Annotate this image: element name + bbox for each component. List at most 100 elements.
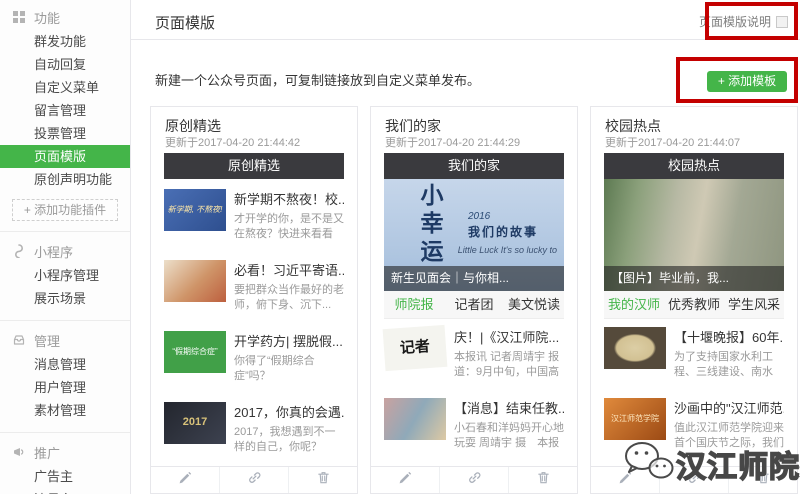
sidebar-divider (0, 432, 130, 433)
delete-button[interactable] (509, 467, 577, 493)
add-plugin-button[interactable]: + 添加功能插件 (12, 199, 118, 221)
sidebar-item-auto-reply[interactable]: 自动回复 (0, 53, 130, 76)
sidebar-section-label: 推广 (34, 443, 60, 462)
sidebar-item-miniprogram-manage[interactable]: 小程序管理 (0, 264, 130, 287)
card-footer (151, 466, 357, 493)
hero-cover-image: 【图片】毕业前，我... (604, 179, 784, 291)
copy-link-button[interactable] (440, 467, 509, 493)
page-template-admin: 功能 群发功能 自动回复 自定义菜单 留言管理 投票管理 页面模版 原创声明功能… (0, 0, 800, 494)
link-icon (687, 470, 702, 490)
card-head: 原创精选 更新于2017-04-20 21:44:42 (151, 107, 357, 151)
article-desc: 才开学的你，是不是又在熬夜？快进来看看吧！ (234, 212, 344, 242)
article-desc: 本报讯 记者周靖宇 报道：9月中旬，中国高校... (454, 350, 564, 380)
preview-page-title: 校园热点 (604, 153, 784, 179)
template-help-link[interactable]: 页面模版说明 (699, 13, 788, 30)
preview-page-title: 我们的家 (384, 153, 564, 179)
list-item: 新学期, 不熬夜! 新学期不熬夜！校... 才开学的你，是不是又在熬夜？快进来看… (164, 189, 344, 242)
grid-icon (12, 10, 26, 24)
copy-link-button[interactable] (660, 467, 729, 493)
sidebar-section-label: 功能 (34, 8, 60, 27)
article-title: 必看！习近平寄语... (234, 260, 344, 279)
article-thumbnail: “假期综合症” (164, 331, 226, 373)
tab-xueshengfengcai: 学生风采 (724, 291, 784, 318)
sidebar-divider (0, 231, 130, 232)
article-thumbnail: 记者 (383, 325, 448, 371)
edit-button[interactable] (151, 467, 220, 493)
sidebar-section-features: 功能 (0, 4, 130, 30)
pencil-icon (398, 470, 413, 490)
link-icon (467, 470, 482, 490)
sidebar-item-user-manage[interactable]: 用户管理 (0, 376, 130, 399)
article-thumbnail (384, 398, 446, 440)
article-title: 庆！|《汉江师院... (454, 327, 564, 346)
hero-cover-image: 小幸运 2016 我们的故事 Little Luck It's so lucky… (384, 179, 564, 291)
pencil-icon (618, 470, 633, 490)
preview-page-title: 原创精选 (164, 153, 344, 179)
article-desc: 小石春和洋妈妈开心地玩耍 周靖宇 摄 本报讯... (454, 421, 564, 451)
megaphone-icon (12, 445, 26, 459)
sidebar-item-display-scene[interactable]: 展示场景 (0, 287, 130, 310)
sidebar-item-custom-menu[interactable]: 自定义菜单 (0, 76, 130, 99)
sidebar-item-original-statement[interactable]: 原创声明功能 (0, 168, 130, 191)
card-title: 校园热点 (605, 117, 783, 135)
sidebar-item-comment-manage[interactable]: 留言管理 (0, 99, 130, 122)
article-thumbnail (164, 260, 226, 302)
hero-caption: 新生见面会｜与你相... (384, 266, 564, 291)
sidebar-item-advertiser[interactable]: 广告主 (0, 465, 130, 488)
hero-caption: 【图片】毕业前，我... (604, 266, 784, 291)
template-card-originals: 原创精选 更新于2017-04-20 21:44:42 原创精选 新学期, 不熬… (150, 106, 358, 494)
sidebar-item-vote-manage[interactable]: 投票管理 (0, 122, 130, 145)
copy-link-button[interactable] (220, 467, 289, 493)
card-updated-time: 更新于2017-04-20 21:44:07 (605, 135, 783, 151)
main-header: 页面模版 页面模版说明 (131, 0, 800, 40)
trash-icon (756, 470, 771, 490)
article-thumbnail: 汉江师范学院 (604, 398, 666, 440)
pencil-icon (178, 470, 193, 490)
article-thumbnail (604, 327, 666, 369)
delete-button[interactable] (289, 467, 357, 493)
article-desc: 你得了“假期综合症”吗？ (234, 354, 344, 384)
card-head: 校园热点 更新于2017-04-20 21:44:07 (591, 107, 797, 151)
sidebar-item-mass-send[interactable]: 群发功能 (0, 30, 130, 53)
article-desc: 2017，我想遇到不一样的自己，你呢？ (234, 425, 344, 455)
article-desc: 值此汉江师范学院迎来首个国庆节之际，我们特... (674, 421, 784, 451)
template-card-our-home: 我们的家 更新于2017-04-20 21:44:29 我们的家 小幸运 201… (370, 106, 578, 494)
hero-year-text: 2016 (468, 211, 490, 222)
list-item: 记者 庆！|《汉江师院... 本报讯 记者周靖宇 报道：9月中旬，中国高校... (384, 327, 564, 380)
preview-tabs: 师院报 记者团 美文悦读 (384, 291, 564, 319)
edit-button[interactable] (591, 467, 660, 493)
preview-tabs: 我的汉师 优秀教师 学生风采 (604, 291, 784, 319)
article-desc: 要把群众当作最好的老师，俯下身、沉下... (234, 283, 344, 313)
article-title: 2017，你真的会遇... (234, 402, 344, 421)
sidebar-item-message-manage[interactable]: 消息管理 (0, 353, 130, 376)
sidebar-divider (0, 320, 130, 321)
edit-button[interactable] (371, 467, 440, 493)
card-footer (371, 466, 577, 493)
list-item: 汉江师范学院 沙画中的"汉江师范... 值此汉江师范学院迎来首个国庆节之际，我们… (604, 398, 784, 451)
help-panel-icon[interactable] (776, 16, 788, 28)
tab-meiwenyuedu: 美文悦读 (504, 291, 564, 318)
tab-youxiujiaoshi: 优秀教师 (664, 291, 724, 318)
help-link-label: 页面模版说明 (699, 13, 771, 30)
list-item: 【消息】结束任教... 小石春和洋妈妈开心地玩耍 周靖宇 摄 本报讯... (384, 398, 564, 451)
sidebar-item-traffic-owner[interactable]: 流量主 (0, 488, 130, 494)
page-title: 页面模版 (155, 12, 215, 33)
hero-subtitle-text: 我们的故事 (468, 223, 538, 240)
intro-text: 新建一个公众号页面，可复制链接放到自定义菜单发布。 (155, 70, 480, 89)
list-item: 必看！习近平寄语... 要把群众当作最好的老师，俯下身、沉下... (164, 260, 344, 313)
delete-button[interactable] (729, 467, 797, 493)
card-updated-time: 更新于2017-04-20 21:44:42 (165, 135, 343, 151)
list-item: “假期综合症” 开学药方| 摆脱假... 你得了“假期综合症”吗？ (164, 331, 344, 384)
card-head: 我们的家 更新于2017-04-20 21:44:29 (371, 107, 577, 151)
add-template-button[interactable]: + 添加模板 (707, 71, 787, 92)
tab-jizhetuan: 记者团 (444, 291, 504, 318)
sidebar-item-page-template[interactable]: 页面模版 (0, 145, 130, 168)
preview-article-list: 新学期, 不熬夜! 新学期不熬夜！校... 才开学的你，是不是又在熬夜？快进来看… (164, 189, 344, 494)
sidebar-section-label: 小程序 (34, 242, 73, 261)
article-title: 沙画中的"汉江师范... (674, 398, 784, 417)
sidebar-section-miniprogram: 小程序 (0, 238, 130, 264)
sidebar-item-material-manage[interactable]: 素材管理 (0, 399, 130, 422)
hero-script-text: Little Luck It's so lucky to (458, 245, 557, 256)
sidebar-section-manage: 管理 (0, 327, 130, 353)
archive-box-icon (12, 333, 26, 347)
